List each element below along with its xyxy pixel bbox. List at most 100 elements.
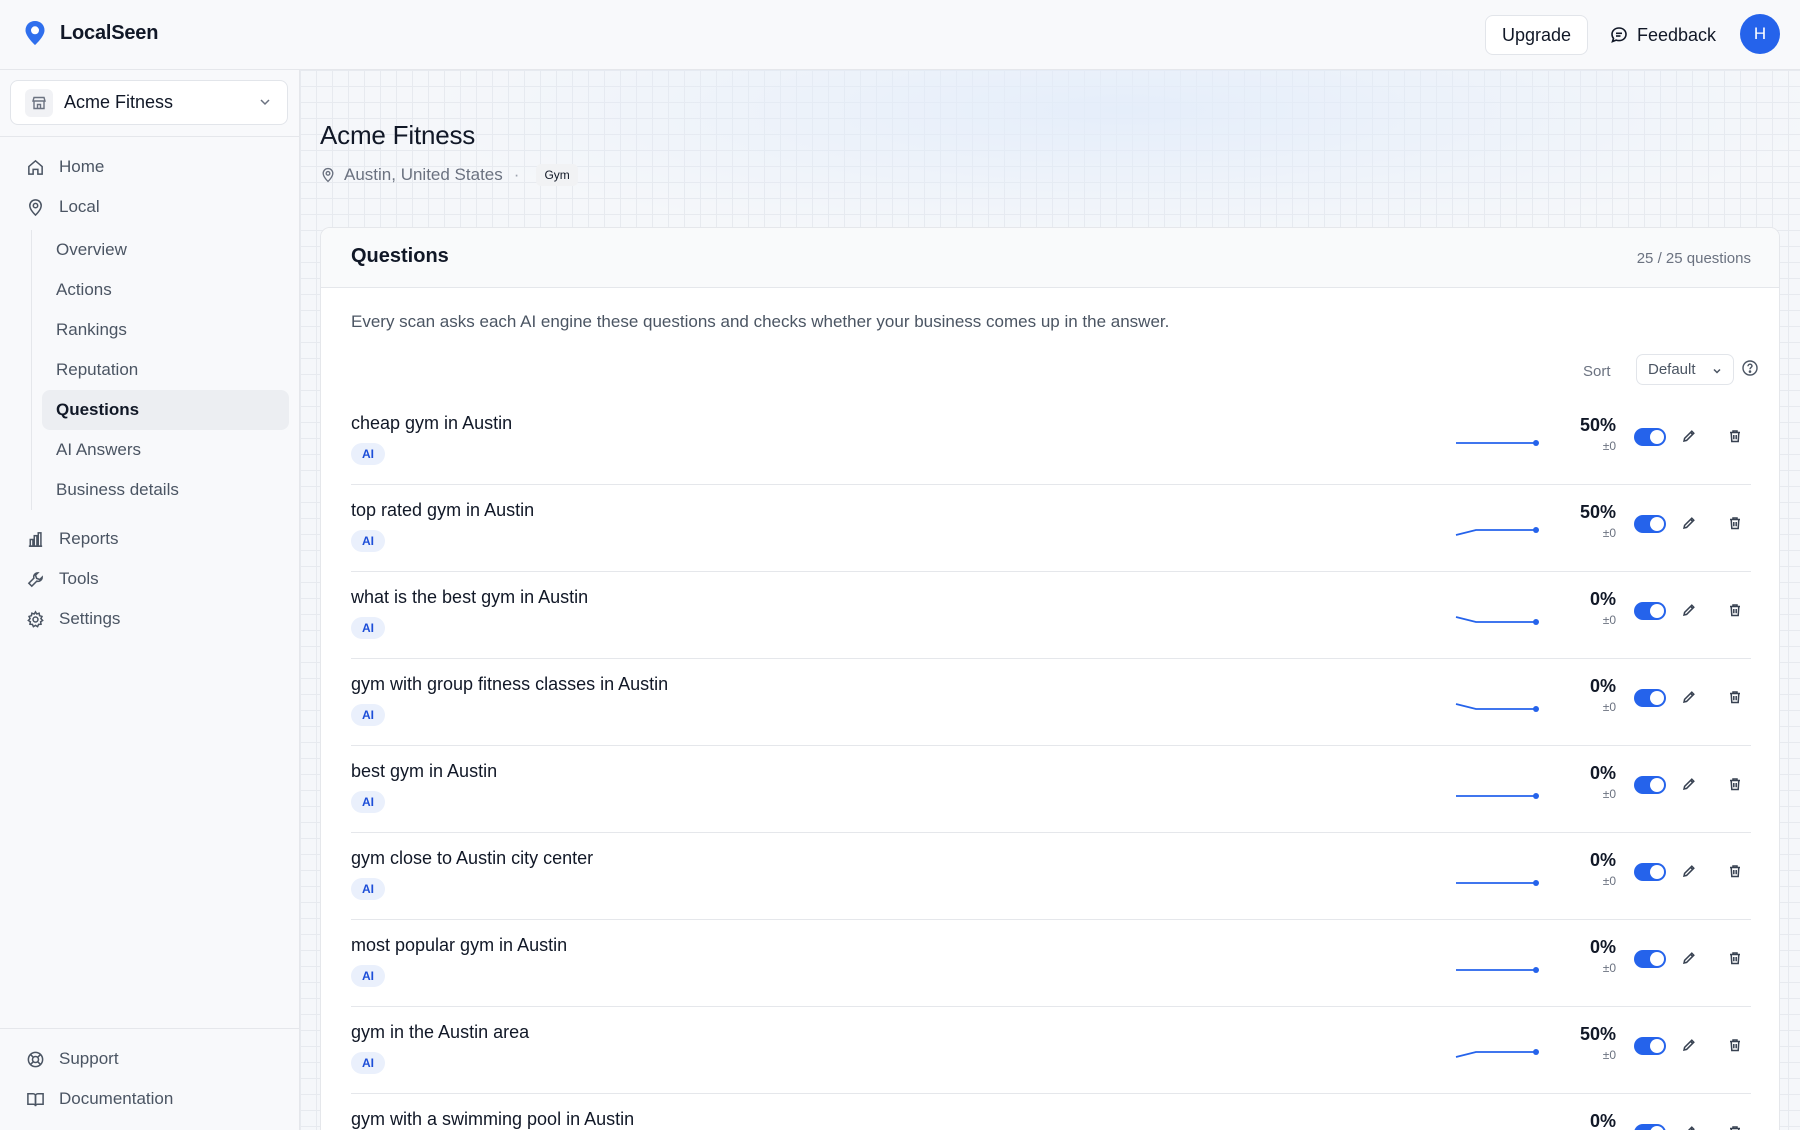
visibility-percent: 0%	[1589, 589, 1616, 609]
category-badge: Gym	[536, 164, 578, 186]
trend-sparkline	[1456, 793, 1539, 799]
visibility-delta: ±0	[1602, 1048, 1616, 1062]
visibility-percent: 50%	[1579, 415, 1616, 435]
trend-end-point	[1533, 880, 1539, 886]
gear-icon	[27, 609, 44, 628]
pencil-icon[interactable]	[1681, 1124, 1697, 1130]
pencil-icon[interactable]	[1681, 1037, 1697, 1053]
nav-reports-label: Reports	[59, 529, 119, 548]
question-text: best gym in Austin	[351, 761, 498, 781]
question-enabled-toggle[interactable]	[1634, 602, 1666, 620]
question-enabled-toggle[interactable]	[1634, 776, 1666, 794]
trend-end-point	[1533, 706, 1539, 712]
question-enabled-toggle[interactable]	[1634, 428, 1666, 446]
question-text: gym in the Austin area	[351, 1022, 530, 1042]
subnav-reputation[interactable]: Reputation	[42, 350, 289, 390]
map-pin-icon	[29, 198, 42, 216]
question-row: gym with group fitness classes in Austin…	[351, 659, 1751, 746]
visibility-percent: 0%	[1589, 937, 1616, 957]
trash-icon[interactable]	[1727, 950, 1743, 966]
pencil-icon[interactable]	[1681, 428, 1697, 444]
question-text: top rated gym in Austin	[351, 500, 535, 520]
ai-badge: AI	[351, 878, 385, 900]
nav-tools[interactable]: Tools	[26, 564, 99, 594]
trash-icon[interactable]	[1727, 602, 1743, 618]
business-selector[interactable]: Acme Fitness	[10, 80, 288, 125]
card-title: Questions	[351, 245, 449, 267]
trash-icon[interactable]	[1727, 689, 1743, 705]
questions-card: Questions 25 / 25 questions Every scan a…	[320, 227, 1780, 1130]
nav-settings[interactable]: Settings	[26, 604, 120, 634]
subnav-questions[interactable]: Questions	[42, 390, 289, 430]
trend-sparkline	[1456, 880, 1539, 886]
pencil-icon[interactable]	[1681, 689, 1697, 705]
question-enabled-toggle[interactable]	[1634, 950, 1666, 968]
trash-icon[interactable]	[1727, 515, 1743, 531]
sort-select[interactable]: Default	[1636, 354, 1734, 385]
question-enabled-toggle[interactable]	[1634, 1124, 1666, 1130]
question-enabled-toggle[interactable]	[1634, 1037, 1666, 1055]
trend-end-point	[1533, 440, 1539, 446]
help-icon[interactable]	[1741, 359, 1759, 377]
trash-icon[interactable]	[1727, 1037, 1743, 1053]
visibility-delta: ±0	[1602, 439, 1616, 453]
nav-local-label: Local	[59, 197, 100, 216]
business-name: Acme Fitness	[64, 92, 174, 112]
feedback-button[interactable]: Feedback	[1610, 15, 1716, 55]
chevron-down-icon	[1713, 368, 1721, 374]
pencil-icon[interactable]	[1681, 602, 1697, 618]
question-count-current: 25	[1636, 250, 1654, 267]
trash-icon[interactable]	[1727, 1124, 1743, 1130]
pencil-icon[interactable]	[1681, 776, 1697, 792]
subnav-guide-line	[31, 230, 32, 510]
upgrade-button[interactable]: Upgrade	[1485, 15, 1588, 55]
subnav-ai-answers[interactable]: AI Answers	[42, 430, 289, 470]
trend-end-point	[1533, 619, 1539, 625]
nav-tools-label: Tools	[59, 569, 99, 588]
app-name: LocalSeen	[60, 21, 159, 44]
ai-badge: AI	[351, 530, 385, 552]
question-row: gym close to Austin city center AI 0% ±0	[351, 833, 1751, 920]
book-open-icon	[27, 1092, 44, 1106]
trend-sparkline	[1452, 1124, 1542, 1130]
home-icon	[28, 159, 43, 175]
trend-line	[1455, 529, 1536, 536]
ai-badge: AI	[351, 443, 385, 465]
subnav-overview[interactable]: Overview	[42, 230, 289, 270]
nav-documentation[interactable]: Documentation	[26, 1084, 173, 1114]
question-row: gym with a swimming pool in AustinAI0%±0	[351, 1094, 1751, 1130]
question-enabled-toggle[interactable]	[1634, 689, 1666, 707]
pencil-icon[interactable]	[1681, 950, 1697, 966]
question-row: cheap gym in Austin AI 50% ±0	[351, 398, 1751, 485]
user-avatar[interactable]: H	[1740, 14, 1780, 54]
visibility-percent: 50%	[1579, 502, 1616, 522]
pencil-icon[interactable]	[1681, 863, 1697, 879]
nav-support[interactable]: Support	[26, 1044, 119, 1074]
nav-reports[interactable]: Reports	[26, 524, 119, 554]
nav-home[interactable]: Home	[26, 152, 104, 182]
question-row: best gym in Austin AI 0% ±0	[351, 746, 1751, 833]
ai-badge: AI	[351, 791, 385, 813]
subnav-rankings[interactable]: Rankings	[42, 310, 289, 350]
trash-icon[interactable]	[1727, 863, 1743, 879]
subnav-actions[interactable]: Actions	[42, 270, 289, 310]
ai-badge: AI	[351, 1052, 385, 1074]
trend-end-point	[1533, 967, 1539, 973]
visibility-percent: 0%	[1589, 763, 1616, 783]
pencil-icon[interactable]	[1681, 515, 1697, 531]
trash-icon[interactable]	[1727, 428, 1743, 444]
visibility-percent: 0%	[1589, 676, 1616, 696]
location-text: Austin, United States	[344, 165, 503, 184]
visibility-percent: 0%	[1589, 1111, 1616, 1130]
card-description: Every scan asks each AI engine these que…	[351, 312, 1170, 331]
visibility-percent: 50%	[1579, 1024, 1616, 1044]
subnav-business-details[interactable]: Business details	[42, 470, 289, 510]
question-enabled-toggle[interactable]	[1634, 863, 1666, 881]
nav-local[interactable]: Local	[26, 192, 100, 222]
trend-line	[1455, 703, 1536, 710]
trash-icon[interactable]	[1727, 776, 1743, 792]
sidebar-footer-divider	[0, 1028, 300, 1029]
message-icon	[1611, 27, 1627, 43]
app-logo[interactable]: LocalSeen	[24, 20, 158, 46]
question-enabled-toggle[interactable]	[1634, 515, 1666, 533]
